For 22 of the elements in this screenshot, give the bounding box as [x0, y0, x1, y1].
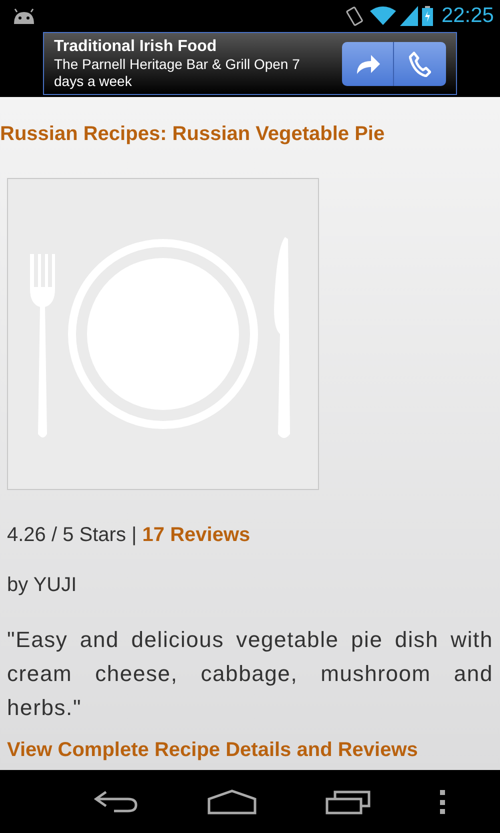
ad-title: Traditional Irish Food — [54, 38, 218, 56]
home-icon[interactable] — [206, 788, 257, 814]
directions-button[interactable] — [342, 42, 394, 86]
arrow-icon — [354, 52, 380, 74]
reviews-link[interactable]: 17 Reviews — [142, 524, 250, 546]
author-text: by YUJI — [7, 574, 78, 597]
android-icon — [12, 8, 36, 24]
ad-text: The Parnell Heritage Bar & Grill Open 7 days a week — [54, 56, 301, 90]
ad-banner[interactable]: Traditional Irish Food The Parnell Heritage Bar & Grill Open 7 days a week — [43, 32, 457, 95]
recent-apps-icon[interactable] — [325, 788, 372, 814]
details-link[interactable]: View Complete Recipe Details and Reviews — [7, 739, 493, 762]
recipe-description: "Easy and delicious vegetable pie dish with cream cheese, cabbage, mushroom and herbs." — [7, 626, 493, 722]
wifi-icon — [370, 6, 396, 26]
call-button[interactable] — [394, 42, 446, 86]
battery-icon — [422, 6, 434, 26]
signal-icon — [400, 6, 418, 26]
phone-icon — [409, 50, 431, 76]
menu-icon[interactable] — [440, 790, 446, 814]
clock: 22:25 — [441, 4, 494, 28]
back-icon[interactable] — [94, 790, 138, 814]
rating-text: 4.26 / 5 Stars | — [7, 524, 137, 546]
recipe-title: Russian Recipes: Russian Vegetable Pie — [0, 123, 386, 146]
